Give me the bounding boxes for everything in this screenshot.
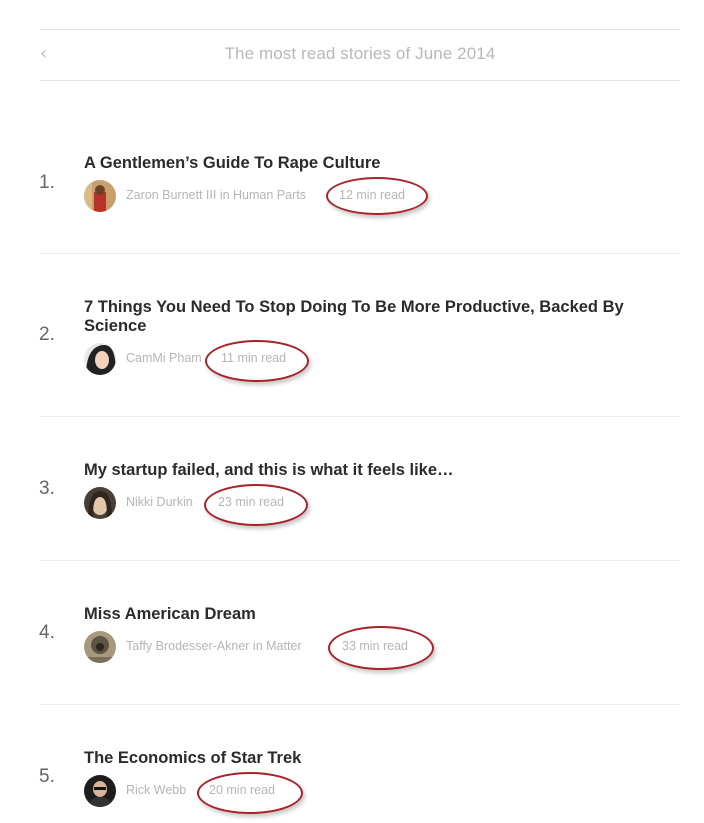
story-title[interactable]: A Gentlemen’s Guide To Rape Culture	[84, 154, 674, 173]
page-header: ‹ The most read stories of June 2014	[40, 29, 680, 81]
avatar[interactable]	[84, 180, 116, 212]
divider	[40, 560, 680, 561]
avatar[interactable]	[84, 343, 116, 375]
author-link[interactable]: Taffy Brodesser-Akner	[126, 639, 249, 653]
story-rank: 2.	[39, 324, 55, 345]
avatar[interactable]	[84, 487, 116, 519]
byline: Nikki Durkin	[126, 495, 193, 509]
story-rank: 5.	[39, 766, 55, 787]
annotation-circle	[204, 484, 308, 526]
annotation-circle	[326, 177, 428, 215]
publication-link[interactable]: Matter	[266, 639, 301, 653]
annotation-circle	[205, 340, 309, 382]
byline: Zaron Burnett III in Human Parts	[126, 188, 306, 202]
story-title[interactable]: 7 Things You Need To Stop Doing To Be Mo…	[84, 298, 674, 336]
story-rank: 3.	[39, 478, 55, 499]
author-link[interactable]: Nikki Durkin	[126, 495, 193, 509]
story-title[interactable]: My startup failed, and this is what it f…	[84, 461, 674, 480]
byline-in: in	[219, 188, 230, 202]
divider	[40, 253, 680, 254]
author-link[interactable]: CamMi Pham	[126, 351, 202, 365]
publication-link[interactable]: Human Parts	[233, 188, 306, 202]
divider	[40, 704, 680, 705]
byline: CamMi Pham	[126, 351, 202, 365]
annotation-circle	[197, 772, 303, 814]
byline-in: in	[252, 639, 263, 653]
story-title[interactable]: Miss American Dream	[84, 605, 674, 624]
page-title: The most read stories of June 2014	[224, 44, 496, 63]
byline: Rick Webb	[126, 783, 186, 797]
byline: Taffy Brodesser-Akner in Matter	[126, 639, 302, 653]
author-link[interactable]: Rick Webb	[126, 783, 186, 797]
story-rank: 1.	[39, 172, 55, 193]
story-rank: 4.	[39, 622, 55, 643]
divider	[40, 416, 680, 417]
author-link[interactable]: Zaron Burnett III	[126, 188, 216, 202]
avatar[interactable]	[84, 775, 116, 807]
annotation-circle	[328, 626, 434, 670]
story-title[interactable]: The Economics of Star Trek	[84, 749, 674, 768]
avatar[interactable]	[84, 631, 116, 663]
